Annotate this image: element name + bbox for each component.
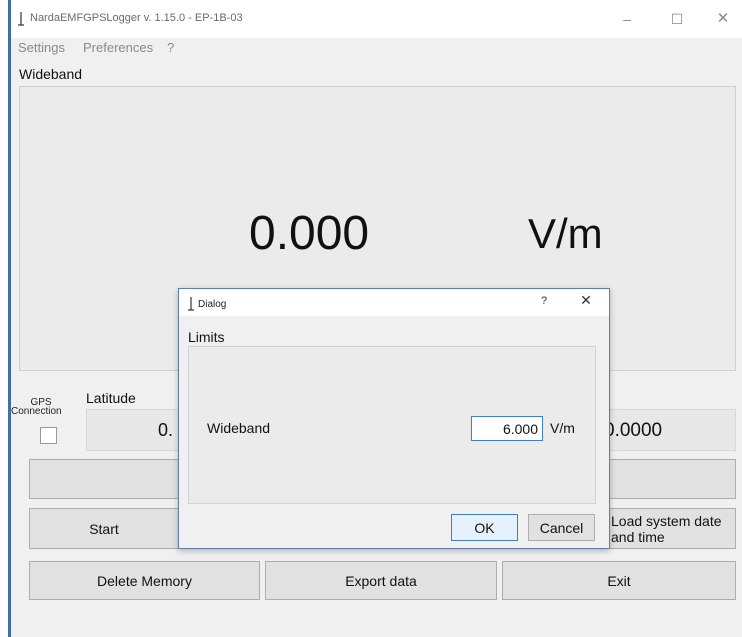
latitude-label: Latitude [86,390,136,406]
menu-preferences[interactable]: Preferences [83,40,153,55]
longitude-value: 0.0000 [604,420,663,441]
load-system-date-button[interactable]: Load system date and time [598,508,736,549]
export-data-button[interactable]: Export data [265,561,497,600]
delete-memory-button[interactable]: Delete Memory [29,561,260,600]
window-title: NardaEMFGPSLogger v. 1.15.0 - EP-1B-03 [30,12,243,24]
gps-action-button-right[interactable] [598,459,736,499]
gps-action-button-left[interactable] [29,459,179,499]
latitude-value: 0. [158,420,174,440]
menu-settings[interactable]: Settings [18,40,65,55]
dialog-title: Dialog [198,299,227,310]
dialog-app-icon [188,297,194,311]
start-button[interactable]: Start [29,508,179,549]
wideband-section-label: Wideband [19,66,83,82]
exit-button[interactable]: Exit [502,561,736,600]
app-icon [18,12,24,26]
maximize-button[interactable]: ☐ [659,6,695,32]
cancel-button[interactable]: Cancel [528,514,595,541]
wideband-limit-unit: V/m [550,420,575,436]
gps-connection-checkbox[interactable] [40,427,57,444]
measurement-unit: V/m [528,210,603,257]
wideband-limit-input[interactable] [471,416,543,441]
wideband-limit-label: Wideband [207,420,271,436]
dialog-close-button[interactable]: ✕ [574,292,598,312]
dialog-help-button[interactable]: ? [536,295,552,311]
close-button[interactable]: ✕ [705,6,741,32]
measurement-value: 0.000 [249,207,370,260]
gps-connection-label: Connection [11,406,62,417]
ok-button[interactable]: OK [451,514,518,541]
menu-help[interactable]: ? [167,40,174,55]
limits-group-label: Limits [188,329,225,345]
minimize-button[interactable]: – [609,6,645,32]
